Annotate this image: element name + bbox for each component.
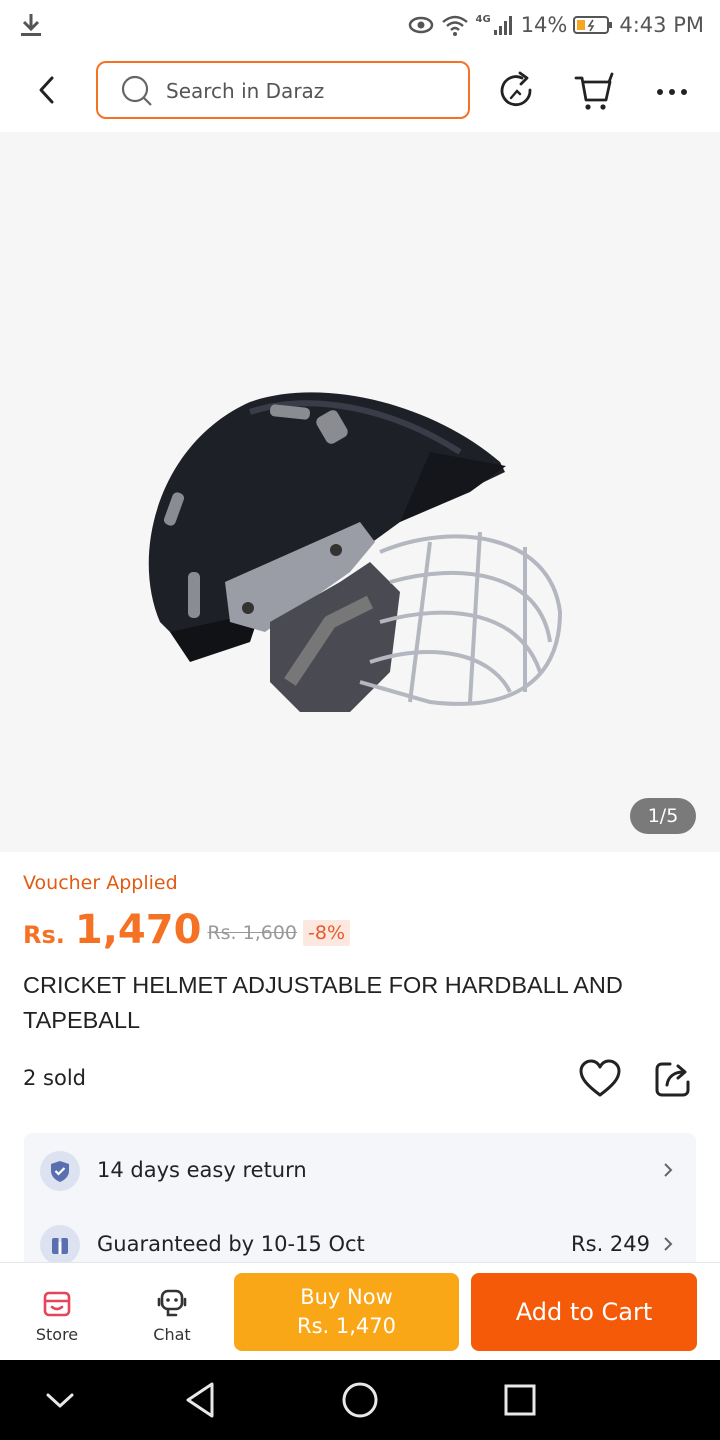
chevron-down-icon[interactable] <box>38 1378 82 1422</box>
bottom-action-bar: Store Chat Buy Now Rs. 1,470 Add to Cart <box>0 1262 720 1360</box>
product-image <box>148 392 563 712</box>
return-policy-row[interactable]: 14 days easy return <box>24 1141 696 1201</box>
store-label: Store <box>35 1325 79 1344</box>
product-title: CRICKET HELMET ADJUSTABLE FOR HARDBALL A… <box>23 972 623 1033</box>
price-current: 1,470 <box>74 907 202 953</box>
delivery-label: Guaranteed by 10-15 Oct <box>97 1232 365 1256</box>
discount-badge: -8% <box>303 920 350 946</box>
download-icon <box>21 14 41 36</box>
return-policy-label: 14 days easy return <box>97 1158 307 1182</box>
eye-icon <box>408 16 433 34</box>
more-icon[interactable] <box>650 70 694 114</box>
chat-button[interactable]: Chat <box>132 1279 212 1349</box>
chevron-right-icon <box>664 1163 673 1177</box>
header <box>0 50 720 132</box>
nav-home-icon[interactable] <box>338 1378 382 1422</box>
product-image-gallery[interactable]: 1/5 <box>0 132 720 852</box>
battery-icon <box>573 16 613 34</box>
buy-now-price: Rs. 1,470 <box>296 1314 396 1338</box>
chat-bot-icon <box>157 1289 187 1317</box>
heart-icon[interactable] <box>578 1058 622 1100</box>
system-nav-bar <box>0 1360 720 1440</box>
wifi-icon <box>441 15 468 36</box>
delivery-fee: Rs. 249 <box>571 1232 650 1256</box>
price-row: Rs. 1,470 Rs. 1,600 -8% <box>23 900 350 960</box>
buy-now-label: Buy Now <box>300 1285 393 1309</box>
search-icon <box>121 75 152 106</box>
store-icon <box>43 1291 71 1317</box>
store-button[interactable]: Store <box>17 1279 97 1349</box>
clock: 4:43 PM <box>619 13 704 37</box>
sold-count: 2 sold <box>23 1066 86 1090</box>
network-type: 4G <box>475 13 491 25</box>
back-arrow-icon[interactable] <box>28 70 68 110</box>
add-to-cart-button[interactable]: Add to Cart <box>471 1273 697 1351</box>
shield-check-icon <box>40 1151 80 1191</box>
status-icons: 4G 14% 4:43 PM <box>408 10 704 40</box>
chevron-right-icon <box>664 1237 673 1251</box>
refresh-icon[interactable] <box>496 70 540 114</box>
nav-back-icon[interactable] <box>178 1378 222 1422</box>
price-original: Rs. 1,600 <box>207 922 297 944</box>
delivery-box-icon <box>40 1225 80 1265</box>
voucher-label: Voucher Applied <box>23 872 178 894</box>
image-counter: 1/5 <box>630 798 696 834</box>
status-bar: 4G 14% 4:43 PM <box>0 0 720 50</box>
battery-percent: 14% <box>520 13 568 37</box>
search-input[interactable] <box>166 75 446 107</box>
cart-icon[interactable] <box>572 70 616 114</box>
signal-icon <box>493 16 512 35</box>
chat-label: Chat <box>153 1325 191 1344</box>
share-icon[interactable] <box>652 1058 694 1100</box>
price-currency: Rs. <box>23 921 65 949</box>
search-bar[interactable] <box>96 61 470 119</box>
buy-now-button[interactable]: Buy Now Rs. 1,470 <box>234 1273 459 1351</box>
nav-recents-icon[interactable] <box>498 1378 542 1422</box>
